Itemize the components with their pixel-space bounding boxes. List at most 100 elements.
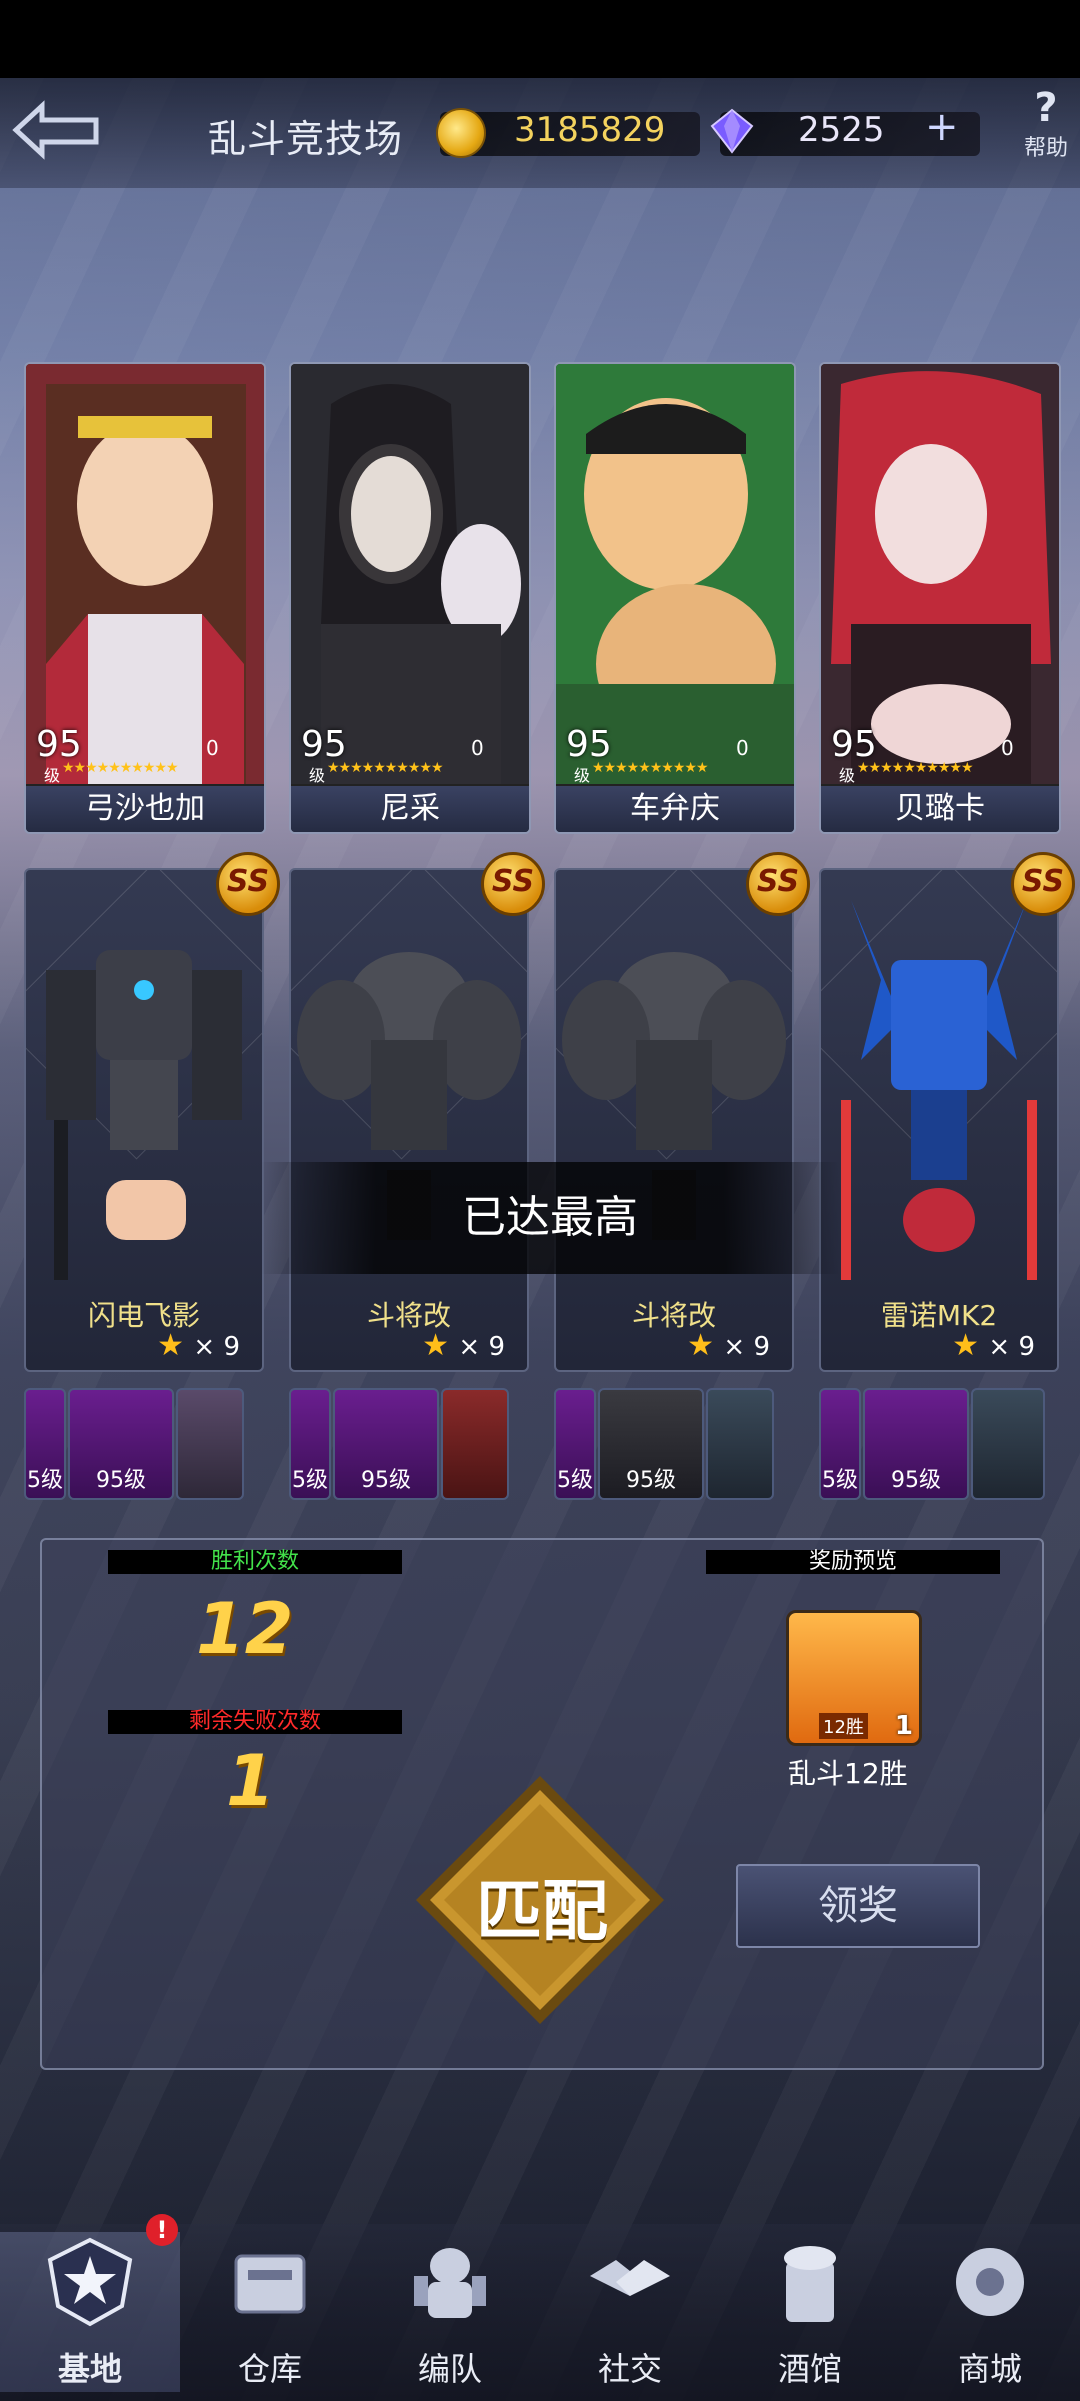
equipment-slot[interactable]: 5级 xyxy=(819,1388,861,1500)
gem-amount: 2525 xyxy=(798,110,885,150)
coin-amount: 3185829 xyxy=(514,110,666,150)
help-button[interactable]: ? 帮助 xyxy=(1012,86,1080,162)
reward-count: 1 xyxy=(894,1711,913,1741)
equipment-slot[interactable]: 5级 xyxy=(289,1388,331,1500)
mech-name: 雷诺MK2 xyxy=(880,1299,998,1332)
star-rating: ★★★★★★★★★★ xyxy=(62,760,179,776)
reward-preview-label: 奖励预览 xyxy=(706,1550,1000,1574)
pilot-card[interactable]: 95 级 ★★★★★★★★★★ 0 贝璐卡 xyxy=(819,362,1061,834)
level-tag: 级 xyxy=(309,766,326,785)
equipment-level: 5级 xyxy=(27,1468,63,1493)
toast-message: 已达最高 xyxy=(260,1162,840,1274)
equipment-level: 95级 xyxy=(626,1468,676,1493)
formation-icon xyxy=(414,2248,486,2318)
equipment-slot[interactable]: 95级 xyxy=(333,1388,439,1500)
pilot-count: 0 xyxy=(1001,736,1014,760)
star-rating: ★★★★★★★★★★ xyxy=(592,760,709,776)
handshake-icon xyxy=(590,2260,670,2296)
pilot-count: 0 xyxy=(736,736,749,760)
shop-icon xyxy=(956,2248,1024,2316)
level-tag: 级 xyxy=(44,766,61,785)
equipment-slot[interactable]: 95级 xyxy=(863,1388,969,1500)
mech-image xyxy=(46,950,242,1280)
ss-rank-badge: SS xyxy=(1011,852,1075,916)
pilot-name: 车弁庆 xyxy=(556,786,794,832)
mech-card[interactable]: 斗将改 ★ × 9 xyxy=(289,868,529,1372)
pilot-portrait xyxy=(821,364,1059,784)
warehouse-icon xyxy=(234,2254,306,2314)
wins-count: 12 xyxy=(196,1588,294,1670)
nav-label: 编队 xyxy=(417,2350,482,2388)
level-tag: 级 xyxy=(574,766,591,785)
tavern-icon xyxy=(784,2246,836,2322)
pilot-level: 95 xyxy=(36,724,82,765)
equipment-slot[interactable] xyxy=(706,1388,774,1500)
pilot-name: 尼采 xyxy=(291,786,529,832)
pilot-level: 95 xyxy=(301,724,347,765)
base-emblem-icon xyxy=(47,2237,133,2327)
back-arrow-icon[interactable] xyxy=(12,98,104,162)
equipment-slot[interactable]: 95级 xyxy=(598,1388,704,1500)
equipment-level: 5级 xyxy=(822,1468,858,1493)
mech-star-count: × 9 xyxy=(988,1332,1035,1362)
equipment-slot[interactable] xyxy=(441,1388,509,1500)
mech-name: 斗将改 xyxy=(366,1299,451,1332)
equipment-level: 95级 xyxy=(96,1468,146,1493)
mech-name: 斗将改 xyxy=(631,1299,716,1332)
mech-card[interactable]: 斗将改 ★ × 9 xyxy=(554,868,794,1372)
equipment-slot[interactable]: 5级 xyxy=(554,1388,596,1500)
equipment-level: 5级 xyxy=(292,1468,328,1493)
wins-label: 胜利次数 xyxy=(108,1550,402,1574)
star-icon: ★ xyxy=(687,1328,714,1363)
mech-card[interactable]: 闪电飞影 ★ × 9 xyxy=(24,868,264,1372)
add-gems-button[interactable]: + xyxy=(925,104,959,150)
mech-name: 闪电飞影 xyxy=(87,1299,200,1332)
reward-chest-icon[interactable]: 12胜 1 xyxy=(786,1610,922,1746)
equipment-slot[interactable] xyxy=(971,1388,1045,1500)
star-icon: ★ xyxy=(422,1328,449,1363)
page-title: 乱斗竞技场 xyxy=(208,117,404,161)
star-icon: ★ xyxy=(157,1328,184,1363)
nav-label: 商城 xyxy=(957,2350,1022,2388)
pilot-name: 弓沙也加 xyxy=(26,786,264,832)
notification-badge: ! xyxy=(146,2214,178,2246)
claim-reward-button[interactable]: 领奖 xyxy=(736,1864,980,1948)
equipment-slot[interactable] xyxy=(176,1388,244,1500)
nav-label: 仓库 xyxy=(237,2350,302,2388)
nav-formation[interactable]: 编队 xyxy=(360,2232,540,2392)
star-icon: ★ xyxy=(952,1328,979,1363)
pilot-level: 95 xyxy=(566,724,612,765)
status-bar xyxy=(0,0,1080,78)
equipment-slot[interactable]: 5级 xyxy=(24,1388,66,1500)
nav-warehouse[interactable]: 仓库 xyxy=(180,2232,360,2392)
star-rating: ★★★★★★★★★★ xyxy=(327,760,444,776)
mech-card[interactable]: 雷诺MK2 ★ × 9 xyxy=(819,868,1059,1372)
mech-image xyxy=(841,900,1037,1280)
equipment-level: 95级 xyxy=(891,1468,941,1493)
pilot-portrait xyxy=(291,364,529,784)
nav-base[interactable]: 基地 xyxy=(0,2232,180,2392)
pilot-card[interactable]: 95 级 ★★★★★★★★★★ 0 车弁庆 xyxy=(554,362,796,834)
reward-name: 乱斗12胜 xyxy=(788,1757,908,1790)
gold-coin-icon xyxy=(436,108,486,158)
pilot-count: 0 xyxy=(206,736,219,760)
nav-tavern[interactable]: 酒馆 xyxy=(720,2232,900,2392)
ss-rank-badge: SS xyxy=(481,852,545,916)
mech-star-count: × 9 xyxy=(458,1332,505,1362)
remaining-losses-label: 剩余失败次数 xyxy=(108,1710,402,1734)
pilot-card[interactable]: 95 级 ★★★★★★★★★★ 0 弓沙也加 xyxy=(24,362,266,834)
diamond-gem-icon xyxy=(710,108,754,154)
nav-social[interactable]: 社交 xyxy=(540,2232,720,2392)
remaining-losses-count: 1 xyxy=(226,1740,275,1822)
nav-label: 社交 xyxy=(597,2350,662,2388)
equipment-slot[interactable]: 95级 xyxy=(68,1388,174,1500)
pilot-card[interactable]: 95 级 ★★★★★★★★★★ 0 尼采 xyxy=(289,362,531,834)
pilot-level: 95 xyxy=(831,724,877,765)
nav-shop[interactable]: 商城 xyxy=(900,2232,1080,2392)
help-label: 帮助 xyxy=(1023,136,1068,161)
pilot-count: 0 xyxy=(471,736,484,760)
nav-label: 酒馆 xyxy=(777,2350,842,2388)
pilot-portrait xyxy=(26,364,264,784)
level-tag: 级 xyxy=(839,766,856,785)
equipment-level: 95级 xyxy=(361,1468,411,1493)
